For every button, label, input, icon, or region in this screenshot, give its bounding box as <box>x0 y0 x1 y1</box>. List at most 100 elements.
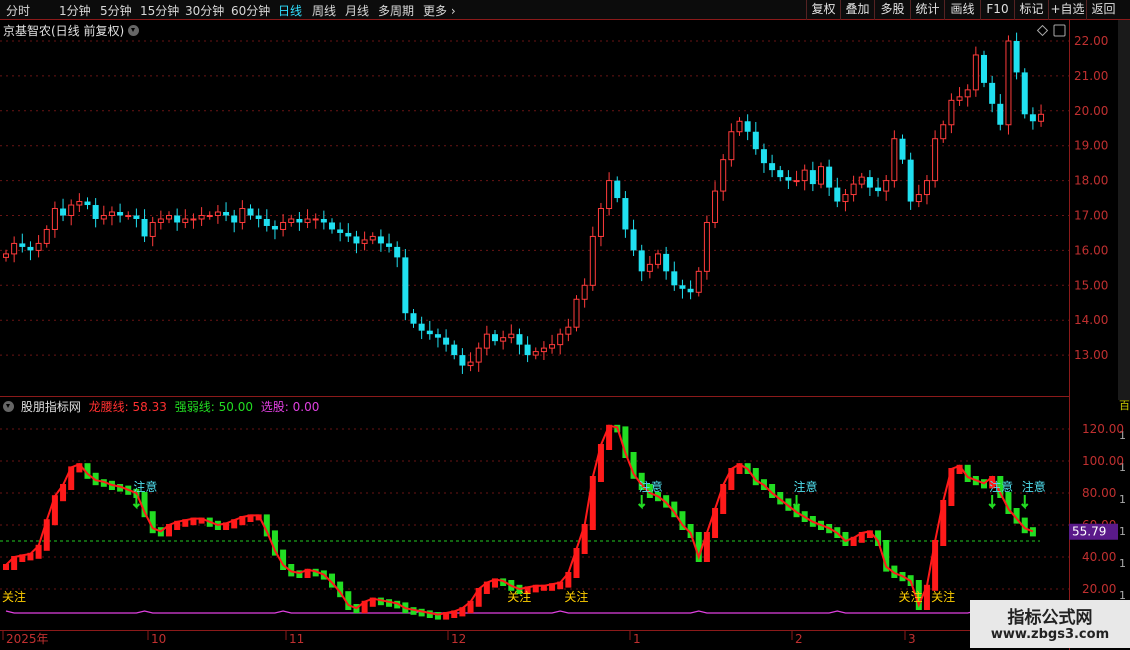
candle-body-down <box>386 243 393 247</box>
candle-body-up <box>288 218 295 223</box>
watermark-url: www.zbgs3.com <box>990 627 1110 642</box>
candle-body-up <box>369 235 376 241</box>
candle-body-down <box>133 215 140 219</box>
candle-body-up <box>190 218 197 221</box>
candle-body-up <box>581 284 588 300</box>
candle-body-down <box>777 170 784 178</box>
candle-body-up <box>842 194 849 203</box>
candle-body-up <box>964 89 971 98</box>
candle-body-up <box>573 298 580 328</box>
candle-body-down <box>679 285 686 289</box>
indicator-tick-label: 120.00 <box>1082 422 1124 436</box>
candle-body-up <box>361 239 368 244</box>
candle-body-up <box>923 180 930 196</box>
candle-body-down <box>907 159 914 202</box>
notice-signal-label: 注意 <box>794 479 818 494</box>
candle-body-down <box>402 257 409 314</box>
candle-body-up <box>108 211 115 216</box>
chart-canvas[interactable]: 22.00 21.00 20.00 19.00 18.00 17.00 16.00 15.00… <box>0 0 1130 650</box>
candle-body-down <box>524 344 531 356</box>
candle-body-up <box>703 221 710 272</box>
indicator-tick-label: 20.00 <box>1082 582 1116 596</box>
candle-body-down <box>426 330 433 335</box>
candle-body-up <box>565 326 572 335</box>
selection-line <box>5 610 1033 614</box>
candle-body-down <box>255 215 262 219</box>
candle-body-up <box>239 208 246 223</box>
candle-body-up <box>166 215 172 220</box>
candle-body-up <box>712 190 719 223</box>
candle-body-up <box>720 159 727 192</box>
candle-body-up <box>948 99 955 126</box>
candle-body-down <box>459 355 466 366</box>
candle-body-up <box>214 211 221 216</box>
candle-body-up <box>557 333 564 346</box>
candle-body-down <box>671 271 678 286</box>
candle-body-down <box>492 334 498 342</box>
candle-body-down <box>353 236 360 244</box>
candle-body-down <box>60 208 67 216</box>
candle-body-down <box>320 218 327 223</box>
candle-body-up <box>100 215 107 220</box>
candle-body-down <box>997 103 1004 125</box>
candle-body-down <box>141 218 148 237</box>
price-tick-label: 20.00 <box>1074 104 1108 118</box>
candle-body-up <box>1005 40 1012 126</box>
indicator-tick-label: 80.00 <box>1082 486 1116 500</box>
candle-body-up <box>818 166 824 185</box>
candle-body-up <box>540 347 547 353</box>
indicator-tick-label: 100.00 <box>1082 454 1124 468</box>
focus-signal-label: 关注 <box>931 589 955 604</box>
stock-chart-app: 分时 1分钟 5分钟 15分钟 30分钟 60分钟 日线 周线 月线 多周期 更… <box>0 0 1130 650</box>
candle-body-down <box>271 225 278 230</box>
candle-body-up <box>182 218 189 223</box>
candle-body-down <box>875 187 882 192</box>
watermark-title: 指标公式网 <box>1007 608 1093 628</box>
candle-body-up <box>646 263 653 272</box>
date-label: 2 <box>795 632 803 646</box>
date-label: 10 <box>151 632 166 646</box>
candle-body-down <box>622 198 629 230</box>
candle-body-up <box>483 333 490 349</box>
candle-body-down <box>247 208 254 216</box>
candle-body-down <box>826 166 833 188</box>
candle-body-down <box>614 180 621 199</box>
candle-body-up <box>76 201 83 206</box>
indicator-tick-label: 40.00 <box>1082 550 1116 564</box>
price-tick-label: 18.00 <box>1074 174 1108 188</box>
candle-body-down <box>516 334 523 345</box>
candle-body-down <box>1029 114 1036 122</box>
candle-body-down <box>174 215 181 223</box>
candle-body-up <box>475 347 482 363</box>
candle-body-down <box>785 177 792 181</box>
candle-body-down <box>27 246 34 251</box>
candle-body-down <box>394 246 401 258</box>
price-tick-label: 15.00 <box>1074 278 1108 292</box>
candle-body-down <box>117 212 124 216</box>
candle-body-down <box>296 218 303 223</box>
date-label: 11 <box>289 632 304 646</box>
candle-body-down <box>329 222 335 230</box>
candle-body-up <box>280 221 287 230</box>
watermark: 指标公式网 www.zbgs3.com <box>970 600 1130 648</box>
candle-body-down <box>443 337 450 345</box>
candle-body-down <box>451 344 458 356</box>
candle-body-down <box>434 334 441 338</box>
candle-body-down <box>377 236 384 244</box>
price-tick-label: 22.00 <box>1074 34 1108 48</box>
candle-body-up <box>549 344 556 349</box>
price-tick-label: 13.00 <box>1074 348 1108 362</box>
candle-body-down <box>345 232 352 237</box>
price-tick-label: 21.00 <box>1074 69 1108 83</box>
candle-body-up <box>940 124 947 140</box>
candle-body-down <box>769 163 776 171</box>
diamond-icon <box>1036 24 1049 37</box>
candle-body-up <box>206 215 213 217</box>
candle-body-down <box>866 177 873 188</box>
candle-body-up <box>1038 113 1045 122</box>
focus-signal-label: 关注 <box>2 589 26 604</box>
candle-body-down <box>899 138 906 160</box>
candle-body-down <box>92 205 99 219</box>
price-tick-label: 19.00 <box>1074 139 1108 153</box>
candle-body-up <box>43 228 50 244</box>
